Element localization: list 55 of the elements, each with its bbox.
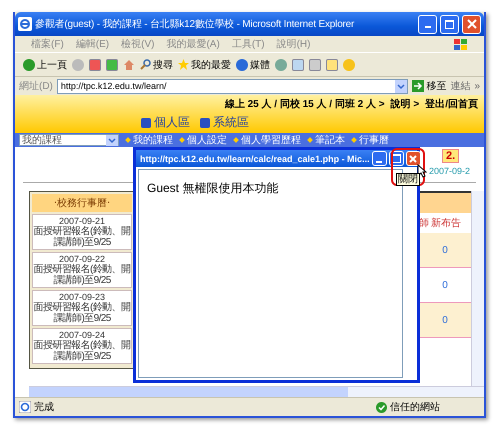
zone-link[interactable]: 個人區 [141,114,190,131]
favorites-button[interactable]: 我的最愛 [178,58,231,72]
arrow-icon [412,80,424,92]
help-link[interactable]: 說明 > [390,97,420,111]
chevron-icon[interactable]: » [474,80,480,92]
table-header-band [419,193,471,213]
nav-link[interactable]: 個人學習歷程 [234,133,301,147]
date-text: 2007-09-2 [428,166,470,176]
search-icon [140,59,151,70]
close-button[interactable] [406,151,421,166]
search-button[interactable]: 搜尋 [140,58,173,72]
dropdown-icon [106,134,118,146]
close-icon [409,154,418,162]
calendar-entry[interactable]: 2007-09-24 面授研習報名(鈴動、開課講師)至9/25 [32,328,132,364]
horizontal-scrollbar[interactable] [29,386,484,397]
calendar-entry[interactable]: 2007-09-22 面授研習報名(鈴動、開課講師)至9/25 [32,252,132,288]
zone-link[interactable]: 系統區 [200,114,249,131]
go-button[interactable]: 移至 [412,79,446,93]
nav-link[interactable]: 我的課程 [126,133,173,147]
nav-link[interactable]: 筆記本 [308,133,345,147]
message-text: Guest 無權限使用本功能 [147,181,278,195]
minimize-button[interactable] [372,151,387,166]
logout-link[interactable]: 登出/回首頁 [425,97,478,111]
security-zone-text: 信任的網站 [390,400,440,414]
online-count-text: 線上 25 人 / 同校 15 人 / 同班 2 人 > [224,98,385,111]
star-icon [178,59,189,70]
course-select[interactable]: 我的課程 [19,134,119,146]
minimize-button[interactable] [418,14,437,34]
back-button[interactable]: 上一頁 [23,58,67,72]
tooltip: 關閉 [396,173,420,186]
column-header: 新布告 [431,216,461,230]
vertical-scrollbar[interactable] [471,191,484,386]
nav-link[interactable]: 個人設定 [180,133,227,147]
close-icon [466,19,476,29]
calendar-entry[interactable]: 2007-09-23 面授研習報名(鈴動、開課講師)至9/25 [32,290,132,326]
browser-icon [18,17,32,31]
calendar-title: ‧校務行事曆‧ [32,194,132,212]
status-text: 完成 [34,400,54,414]
windows-logo-icon [453,38,468,50]
links-label[interactable]: 連結 [450,79,470,93]
dropdown-icon [395,80,408,92]
window-title: 參觀者(guest) - 我的課程 - 台北縣k12數位學校 - Microsoft Internet Explorer [35,18,356,31]
address-field[interactable]: http://tpc.k12.edu.tw/learn/ [56,78,408,94]
nav-link[interactable]: 行事曆 [352,133,389,147]
table-cell: 0 [419,303,471,338]
close-button[interactable] [462,14,481,34]
table-cell: 0 [419,233,471,268]
maximize-button[interactable] [440,14,459,34]
step-label: 2. [442,149,460,163]
popup-title: http://tpc.k12.edu.tw/learn/calc/read_cale1.php - Mic... [140,154,370,164]
calendar-entry[interactable]: 2007-09-21 面授研習報名(鈴動、開課講師)至9/25 [32,214,132,250]
media-button[interactable]: 媒體 [236,58,270,72]
address-label: 網址(D) [19,80,53,93]
page-icon [19,401,31,413]
checkmark-icon [376,402,387,412]
